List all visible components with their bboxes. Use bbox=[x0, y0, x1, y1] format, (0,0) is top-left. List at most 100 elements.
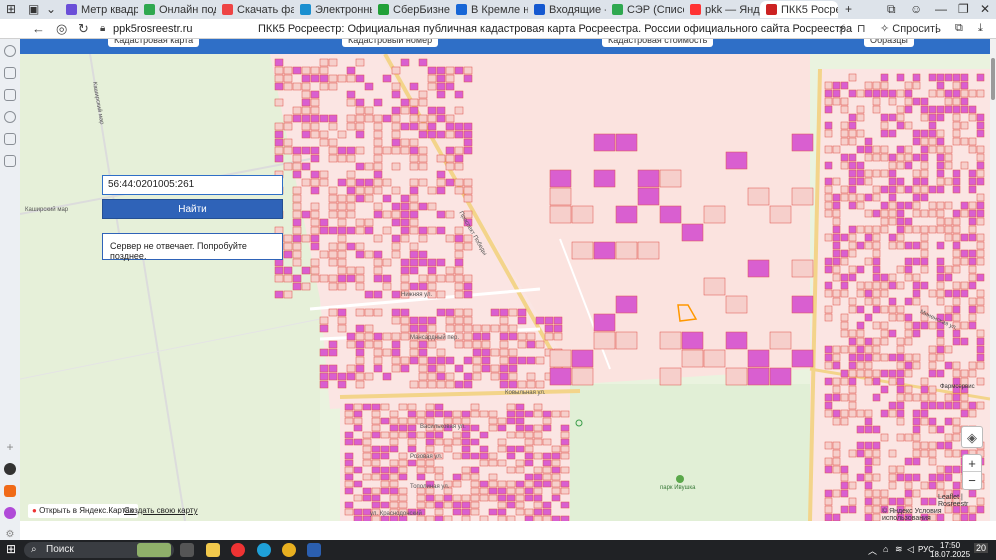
browser-tab[interactable]: СЭР (Список зая bbox=[606, 1, 684, 18]
bookmark-icon[interactable]: ⊓ bbox=[857, 22, 866, 35]
tabs-icon[interactable] bbox=[4, 67, 16, 79]
windows-start-icon[interactable]: ⊞ bbox=[6, 542, 16, 556]
street-label: Нижняя ул. bbox=[401, 292, 433, 298]
attribution[interactable]: Leaflet | Rosreestr bbox=[938, 494, 990, 508]
error-message: Сервер не отвечает. Попробуйте позднее. bbox=[102, 233, 283, 261]
browser-tab[interactable]: В Кремле назвал bbox=[450, 1, 528, 18]
gallery-icon[interactable] bbox=[4, 155, 16, 167]
cadastral-map-button[interactable]: Кадастровая карта bbox=[108, 39, 200, 47]
counter-icon[interactable] bbox=[4, 133, 16, 145]
open-yandex-label: Открыть в Яндекс.Картах bbox=[39, 506, 134, 515]
browser-tab[interactable]: Онлайн подача з bbox=[138, 1, 216, 18]
browser-tab[interactable]: СберБизнес bbox=[372, 1, 450, 18]
browser-tab[interactable]: Скачать файл | 8 bbox=[216, 1, 294, 18]
zoom-control: + − bbox=[962, 454, 982, 490]
downloads-icon[interactable]: ⤓ bbox=[978, 22, 983, 35]
street-label: Тополиная ул. bbox=[410, 484, 450, 490]
page-scrollbar[interactable] bbox=[990, 39, 996, 521]
site-info-icon[interactable]: ◎ bbox=[56, 21, 67, 37]
zoom-in-button[interactable]: + bbox=[963, 455, 981, 472]
chevron-down-icon[interactable]: ⌄ bbox=[46, 2, 56, 16]
tab-label: Электронные ус bbox=[315, 3, 372, 16]
collections-icon[interactable]: ⧉ bbox=[955, 22, 963, 35]
tab-favicon-icon bbox=[534, 4, 545, 15]
find-button[interactable]: Найти bbox=[102, 199, 283, 219]
tab-favicon-icon bbox=[222, 4, 233, 15]
notes-icon[interactable] bbox=[4, 89, 16, 101]
tab-favicon-icon bbox=[612, 4, 623, 15]
widget-icon[interactable] bbox=[137, 543, 171, 557]
tab-label: ПКК5 Росреест bbox=[781, 3, 838, 16]
open-yandex-link[interactable]: ● Открыть в Яндекс.Картах bbox=[28, 504, 138, 518]
add-icon[interactable]: + bbox=[4, 441, 16, 453]
cadastral-value-button[interactable]: Кадастровая стоимость bbox=[602, 39, 714, 47]
tab-label: СЭР (Список зая bbox=[627, 3, 684, 16]
edge-icon[interactable] bbox=[257, 543, 271, 557]
poi-label: Фармсервис bbox=[940, 384, 975, 390]
back-icon[interactable]: ← bbox=[32, 21, 45, 36]
page-title: ПКК5 Росреестр: Официальная публичная ка… bbox=[258, 23, 853, 35]
market-icon[interactable] bbox=[4, 485, 16, 497]
taskbar-search-label: Поиск bbox=[46, 544, 74, 555]
tab-favicon-icon bbox=[456, 4, 467, 15]
history-icon[interactable] bbox=[4, 45, 16, 57]
samples-button[interactable]: Образцы bbox=[864, 39, 914, 47]
clock[interactable]: 17:50 18.07.2025 bbox=[930, 541, 970, 559]
url-text[interactable]: ppk5rosreestr.ru bbox=[113, 23, 192, 35]
cadastral-search-input[interactable]: 56:44:0201005:261 bbox=[102, 175, 283, 195]
cadastral-map-tiles bbox=[20, 39, 990, 521]
attribution-yandex[interactable]: © Яндекс Условия использования bbox=[882, 508, 990, 521]
browser-tab[interactable]: Входящие - Почт bbox=[528, 1, 606, 18]
tab-favicon-icon bbox=[378, 4, 389, 15]
scrollbar-thumb[interactable] bbox=[991, 58, 995, 100]
tab-label: Метр квадратны bbox=[81, 3, 138, 16]
translate-icon[interactable]: ⚡ bbox=[838, 22, 846, 35]
ask-icon: ✧ bbox=[880, 23, 890, 35]
cadastral-number-button[interactable]: Кадастровый номер bbox=[342, 39, 439, 47]
more-icon[interactable]: ⋮ bbox=[931, 22, 942, 35]
maximize-icon[interactable]: ❐ bbox=[958, 2, 969, 16]
profile-icon[interactable]: ☺ bbox=[910, 2, 922, 16]
chrome-icon[interactable] bbox=[282, 543, 296, 557]
browser-tab[interactable]: pkk — Яндекс: на bbox=[684, 1, 760, 18]
browser-tab[interactable]: ПКК5 Росреест✕ bbox=[760, 1, 838, 18]
tab-favicon-icon bbox=[766, 4, 777, 15]
minimize-icon[interactable]: — bbox=[935, 2, 947, 16]
bookmark-tab-icon[interactable]: ⧉ bbox=[887, 2, 896, 17]
zoom-out-button[interactable]: − bbox=[963, 472, 981, 489]
close-window-icon[interactable]: ✕ bbox=[980, 2, 990, 16]
tabs-list-icon[interactable]: ▣ bbox=[28, 2, 39, 16]
tab-favicon-icon bbox=[300, 4, 311, 15]
taskbar: ⊞ ⌕ Поиск ︿ ⌂ ≋ ◁ РУС 17:50 18.07.2025 2… bbox=[0, 540, 996, 560]
address-bar: ← ◎ ↻ 🔒︎ ppk5rosreestr.ru ПКК5 Росреестр… bbox=[0, 19, 996, 39]
word-icon[interactable] bbox=[307, 543, 321, 557]
tab-label: В Кремле назвал bbox=[471, 3, 528, 16]
reload-icon[interactable]: ↻ bbox=[78, 21, 89, 37]
network-icon[interactable]: ⌂ bbox=[883, 544, 888, 554]
browser-tab[interactable]: Метр квадратны bbox=[60, 1, 138, 18]
volume-icon[interactable]: ◁ bbox=[907, 544, 914, 555]
task-view-icon[interactable] bbox=[180, 543, 194, 557]
wifi-icon[interactable]: ≋ bbox=[895, 544, 903, 555]
play-icon[interactable] bbox=[4, 111, 16, 123]
street-label: Ковыльная ул. bbox=[505, 390, 546, 396]
lock-icon: 🔒︎ bbox=[100, 23, 106, 34]
new-tab-icon[interactable]: + bbox=[845, 2, 852, 16]
create-map-link[interactable]: Создать свою карту bbox=[124, 506, 198, 515]
map-view[interactable]: Каширский мар Каширский мар Нижняя ул. М… bbox=[20, 39, 990, 521]
street-label: ул. Краснодонский bbox=[370, 511, 422, 517]
notifications-icon[interactable]: 20 bbox=[974, 543, 989, 553]
browser-menu-icon[interactable]: ⊞ bbox=[6, 2, 16, 16]
alice-icon[interactable] bbox=[4, 507, 16, 519]
clock-date: 18.07.2025 bbox=[930, 550, 971, 559]
street-label: Розовая ул. bbox=[410, 454, 443, 460]
browser-tab[interactable]: Электронные ус bbox=[294, 1, 372, 18]
file-explorer-icon[interactable] bbox=[206, 543, 220, 557]
yandex-browser-icon[interactable] bbox=[231, 543, 245, 557]
tab-favicon-icon bbox=[144, 4, 155, 15]
layers-icon[interactable]: ◈ bbox=[961, 426, 983, 448]
app-icon[interactable] bbox=[4, 463, 16, 475]
poi-label: парк Ивушка bbox=[660, 485, 696, 491]
tray-chevron-icon[interactable]: ︿ bbox=[868, 544, 877, 557]
street-label: Васильковая ул. bbox=[420, 424, 466, 430]
